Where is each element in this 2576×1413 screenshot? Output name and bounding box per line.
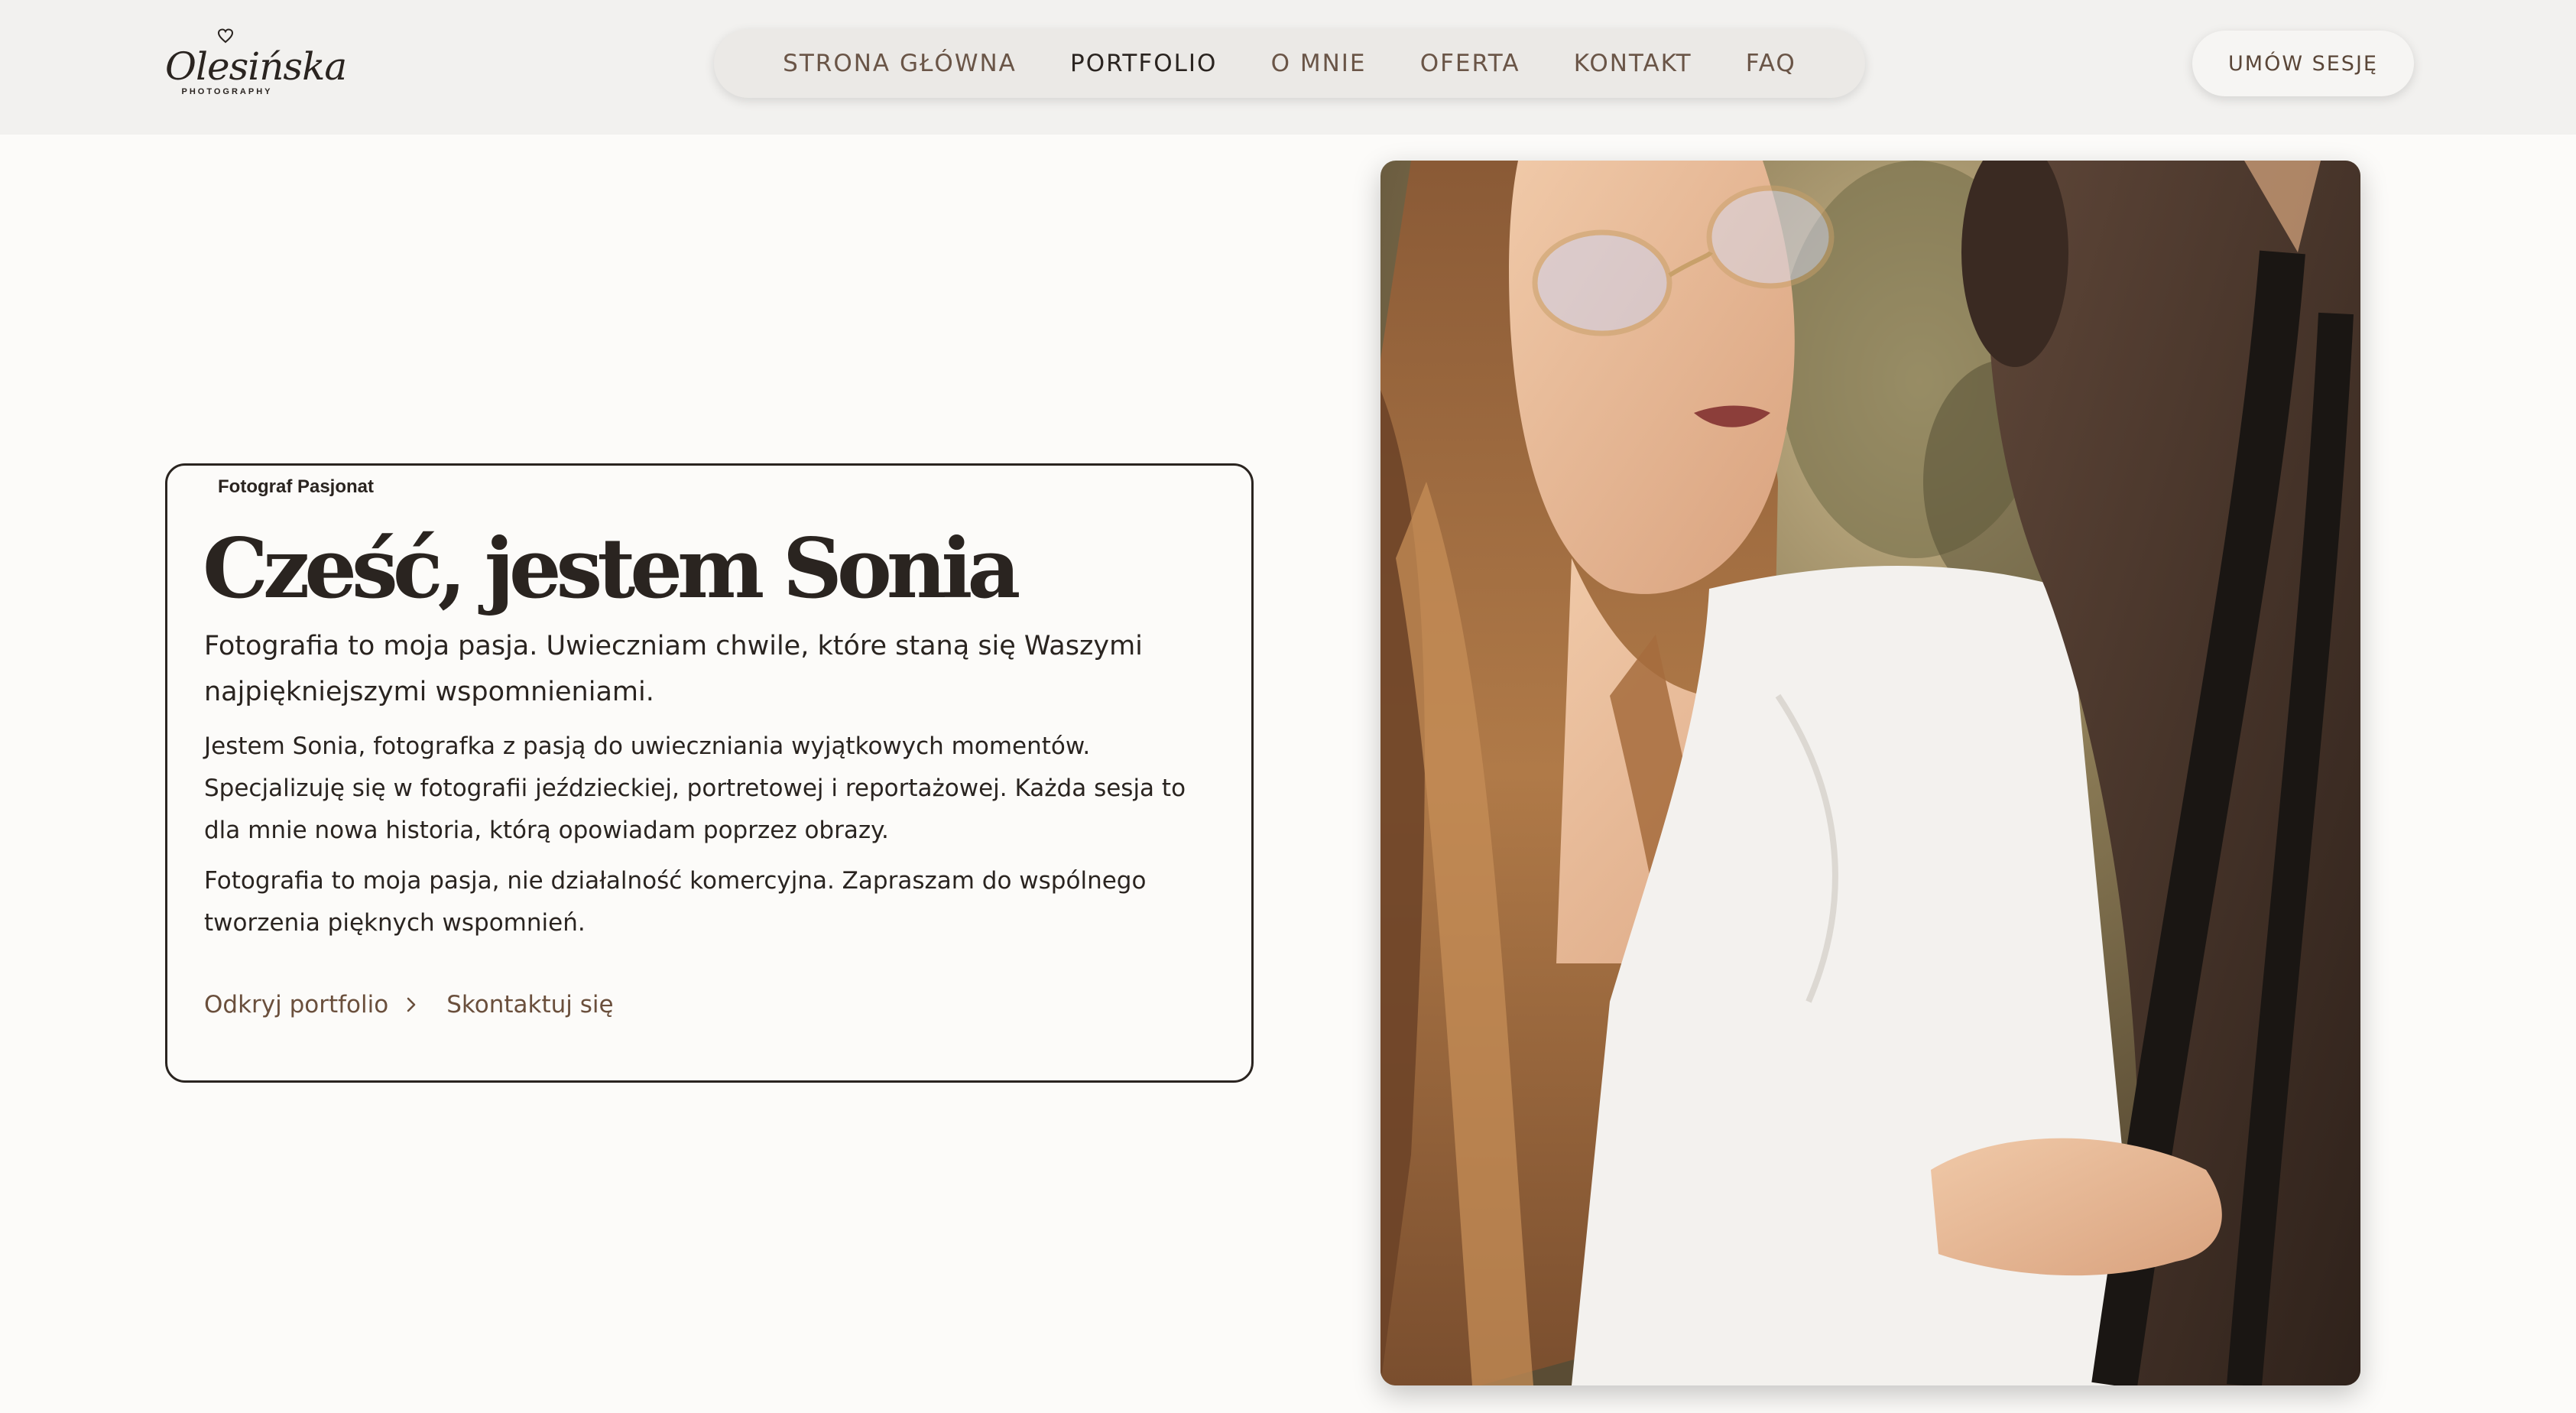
- site-logo[interactable]: Olesińska PHOTOGRAPHY: [162, 28, 347, 104]
- hero-eyebrow: Fotograf Pasjonat: [218, 476, 375, 497]
- contact-link[interactable]: Skontaktuj się: [446, 991, 613, 1018]
- chevron-right-icon[interactable]: [404, 996, 419, 1014]
- main-navigation: STRONA GŁÓWNA PORTFOLIO O MNIE OFERTA KO…: [714, 29, 1865, 98]
- hero-body-paragraph-2: Fotografia to moja pasja, nie działalnoś…: [204, 867, 1147, 937]
- hero-body-paragraph-1: Jestem Sonia, fotografka z pasją do uwie…: [204, 732, 1186, 844]
- nav-item-faq[interactable]: FAQ: [1746, 50, 1796, 77]
- nav-item-about[interactable]: O MNIE: [1271, 50, 1367, 77]
- nav-item-offer[interactable]: OFERTA: [1420, 50, 1520, 77]
- logo-subtext: PHOTOGRAPHY: [181, 87, 273, 96]
- site-header: Olesińska PHOTOGRAPHY STRONA GŁÓWNA PORT…: [0, 0, 2576, 135]
- portrait-illustration: [1380, 161, 2360, 1385]
- hero-links: Odkryj portfolio Skontaktuj się: [204, 986, 614, 1024]
- hero-title: Cześć, jestem Sonia: [203, 521, 1020, 617]
- hero-lead-text: Fotografia to moja pasja. Uwieczniam chw…: [204, 631, 1143, 707]
- logo-script-text: Olesińska: [165, 44, 347, 89]
- nav-item-home[interactable]: STRONA GŁÓWNA: [783, 50, 1017, 77]
- book-session-button[interactable]: UMÓW SESJĘ: [2192, 31, 2414, 96]
- hero-intro-card: Fotograf Pasjonat Cześć, jestem Sonia Fo…: [165, 463, 1254, 1083]
- nav-item-portfolio[interactable]: PORTFOLIO: [1070, 50, 1217, 77]
- nav-item-contact[interactable]: KONTAKT: [1574, 50, 1692, 77]
- hero-portrait-photo: [1380, 161, 2360, 1385]
- discover-portfolio-link[interactable]: Odkryj portfolio: [204, 991, 388, 1018]
